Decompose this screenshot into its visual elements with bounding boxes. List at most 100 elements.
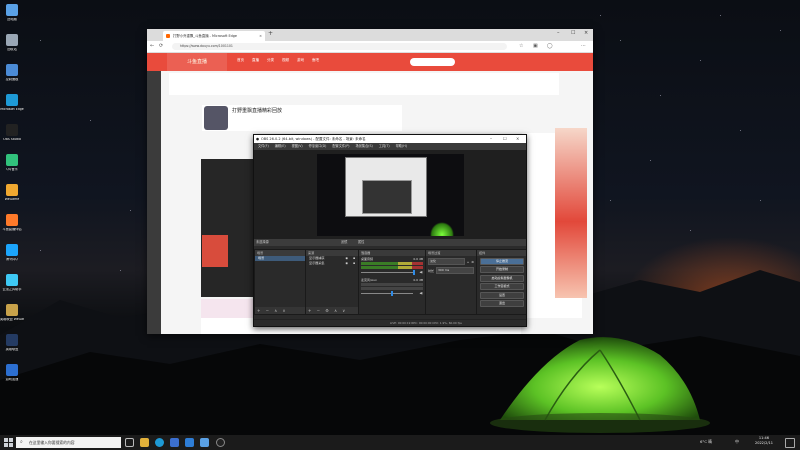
desktop-shortcut[interactable]: 英雄联盟 WeGame版 <box>0 304 24 322</box>
obs-menu-item[interactable]: 配置文件(P) <box>332 143 349 150</box>
sources-dock-toolbar[interactable]: + − ⚙ ∧ ∨ <box>306 307 358 314</box>
account-icon[interactable]: ◯ <box>547 43 553 49</box>
desktop-shortcut-label: 斗鱼直播伴侣 <box>2 228 22 231</box>
obs-menu-item[interactable]: 工具(T) <box>379 143 390 150</box>
collections-icon[interactable]: ▣ <box>533 43 538 49</box>
refresh-icon[interactable]: ⟳ <box>159 43 163 49</box>
taskbar: ⌕ 在这里输入你要搜索的内容 6°C 晴 中 11:46 2022/2/11 <box>0 435 800 450</box>
obs-menu-item[interactable]: 视图(V) <box>292 143 303 150</box>
transition-type-select[interactable]: 淡化 <box>428 258 465 265</box>
obs-window[interactable]: ● OBS 26.0.2 (64-bit, windows) - 配置文件: 未… <box>253 134 527 327</box>
desktop-shortcut-label: 控制面板 <box>5 78 19 81</box>
mixer-track-label: 麦克风/Aux 0.0 dB <box>361 278 423 282</box>
side-advertisement[interactable] <box>555 128 587 298</box>
settings-button[interactable]: 设置 <box>480 291 524 299</box>
tab-close-icon[interactable]: × <box>259 31 262 41</box>
mixer-track: 桌面音频 0.0 dB ◀) <box>359 257 425 275</box>
scene-item[interactable]: 场景 <box>255 256 305 261</box>
obs-maximize-icon[interactable]: ☐ <box>503 135 507 143</box>
audio-level-meter <box>361 262 423 265</box>
site-search-box[interactable] <box>410 58 455 66</box>
volume-slider[interactable]: ◀) <box>361 270 423 275</box>
stop-streaming-button[interactable]: 停止推流 <box>480 257 524 265</box>
task-view-icon[interactable] <box>125 438 134 447</box>
obs-close-icon[interactable]: × <box>516 135 519 143</box>
site-nav-item[interactable]: 游戏 <box>297 58 304 63</box>
desktop-shortcut[interactable]: Microsoft Edge <box>0 94 24 112</box>
notification-icon[interactable] <box>785 438 795 448</box>
taskbar-edge-icon[interactable] <box>155 438 164 447</box>
desktop-shortcut[interactable]: 控制面板 <box>0 64 24 82</box>
scenes-dock-toolbar[interactable]: + − ∧ ∨ <box>255 307 305 314</box>
desktop-shortcut[interactable]: OBS Studio <box>0 124 24 142</box>
input-language-indicator[interactable]: 中 <box>735 439 739 445</box>
close-icon[interactable]: × <box>584 30 588 36</box>
obs-preview-canvas[interactable] <box>317 154 464 236</box>
taskbar-clock[interactable]: 11:46 2022/2/11 <box>755 436 773 446</box>
site-nav-item[interactable]: 鱼吧 <box>312 58 319 63</box>
obs-menu-item[interactable]: 帮助(H) <box>396 143 407 150</box>
obs-menu-item[interactable]: 场景集合(S) <box>356 143 373 150</box>
obs-status-bar: LIVE: 00:00:19 REC: 00:00:00 CPU: 1.9%, … <box>254 319 526 326</box>
mail-icon[interactable] <box>185 438 194 447</box>
desktop-shortcut[interactable]: QQ音乐 <box>0 154 24 172</box>
source-item[interactable]: 显示器采集 ◉ ▪ <box>306 261 358 266</box>
back-icon[interactable]: ← <box>150 43 154 49</box>
lock-icon[interactable]: ▪ <box>353 261 355 266</box>
start-recording-button[interactable]: 开始录制 <box>480 266 524 273</box>
visibility-eye-icon[interactable]: ◉ <box>345 261 348 266</box>
obs-window-title: OBS 26.0.2 (64-bit, windows) - 配置文件: 未命名… <box>261 137 366 141</box>
mixer-track-label: 桌面音频 0.0 dB <box>361 257 423 261</box>
site-logo-banner[interactable]: 斗鱼直播 <box>167 53 227 71</box>
browser-tab[interactable]: 打野小乔重飘_斗鱼直播 - Microsoft Edge × <box>163 31 265 41</box>
promo-badge[interactable] <box>202 235 228 267</box>
site-nav-item[interactable]: 首页 <box>237 58 244 63</box>
site-nav-item[interactable]: 分类 <box>267 58 274 63</box>
desktop-shortcut[interactable]: 斗鱼直播伴侣 <box>0 214 24 232</box>
obs-menu-item[interactable]: 停靠窗口(D) <box>309 143 327 150</box>
file-explorer-icon[interactable] <box>140 438 149 447</box>
desktop-shortcut-label: 腾讯QQ <box>6 258 18 261</box>
speaker-icon[interactable]: ◀) <box>420 291 423 295</box>
store-icon[interactable] <box>170 438 179 447</box>
maximize-icon[interactable]: ☐ <box>571 30 575 36</box>
app-icon[interactable] <box>200 438 209 447</box>
desktop-shortcut[interactable]: 腾讯QQ <box>0 244 24 262</box>
obs-menu-item[interactable]: 文件(F) <box>258 143 269 150</box>
site-nav-item[interactable]: 视频 <box>282 58 289 63</box>
edge-icon <box>6 94 18 106</box>
desktop-shortcut[interactable]: 此电脑 <box>0 4 24 22</box>
obs-preview-area <box>254 150 526 239</box>
filters-button[interactable]: 滤镜 <box>341 239 347 246</box>
exit-button[interactable]: 退出 <box>480 300 524 307</box>
desktop-shortcut[interactable]: 云顶之弈助手 <box>0 274 24 292</box>
duration-spinbox[interactable]: 300 ms <box>436 267 474 274</box>
desktop-shortcut-label: 英雄联盟 <box>5 348 19 351</box>
favorites-icon[interactable]: ☆ <box>519 43 523 49</box>
windows-start-icon[interactable] <box>4 438 13 447</box>
minimize-icon[interactable]: – <box>557 30 560 36</box>
transition-settings-icon[interactable]: ⚙ <box>471 260 474 264</box>
mixer-dock-title: 混音器 <box>359 250 425 256</box>
studio-mode-button[interactable]: 工作室模式 <box>480 283 524 290</box>
speaker-icon[interactable]: ◀) <box>420 270 423 274</box>
desktop-shortcut[interactable]: 游戏加速 <box>0 364 24 382</box>
more-menu-icon[interactable]: ⋯ <box>581 43 586 49</box>
weather-widget[interactable]: 6°C 晴 <box>700 439 712 445</box>
streamer-avatar[interactable] <box>204 106 228 130</box>
add-transition-icon[interactable]: + <box>467 260 470 264</box>
new-tab-icon[interactable]: + <box>268 30 273 37</box>
desktop-shortcut[interactable]: 英雄联盟 <box>0 334 24 352</box>
properties-button[interactable]: 属性 <box>358 239 364 246</box>
taskbar-search-box[interactable]: ⌕ 在这里输入你要搜索的内容 <box>16 437 121 448</box>
taskbar-obs-icon[interactable] <box>216 438 225 447</box>
desktop-shortcut[interactable]: 回收站 <box>0 34 24 52</box>
obs-menu-item[interactable]: 编辑(E) <box>275 143 286 150</box>
obs-titlebar: ● OBS 26.0.2 (64-bit, windows) - 配置文件: 未… <box>254 135 526 143</box>
volume-slider[interactable]: ◀) <box>361 291 423 296</box>
obs-minimize-icon[interactable]: – <box>490 135 492 143</box>
desktop-shortcut[interactable]: WeGame <box>0 184 24 202</box>
virtual-camera-button[interactable]: 启动虚拟摄像机 <box>480 274 524 282</box>
address-bar[interactable]: https://www.douyu.com/1001101 <box>172 43 507 50</box>
site-nav-item[interactable]: 直播 <box>252 58 259 63</box>
